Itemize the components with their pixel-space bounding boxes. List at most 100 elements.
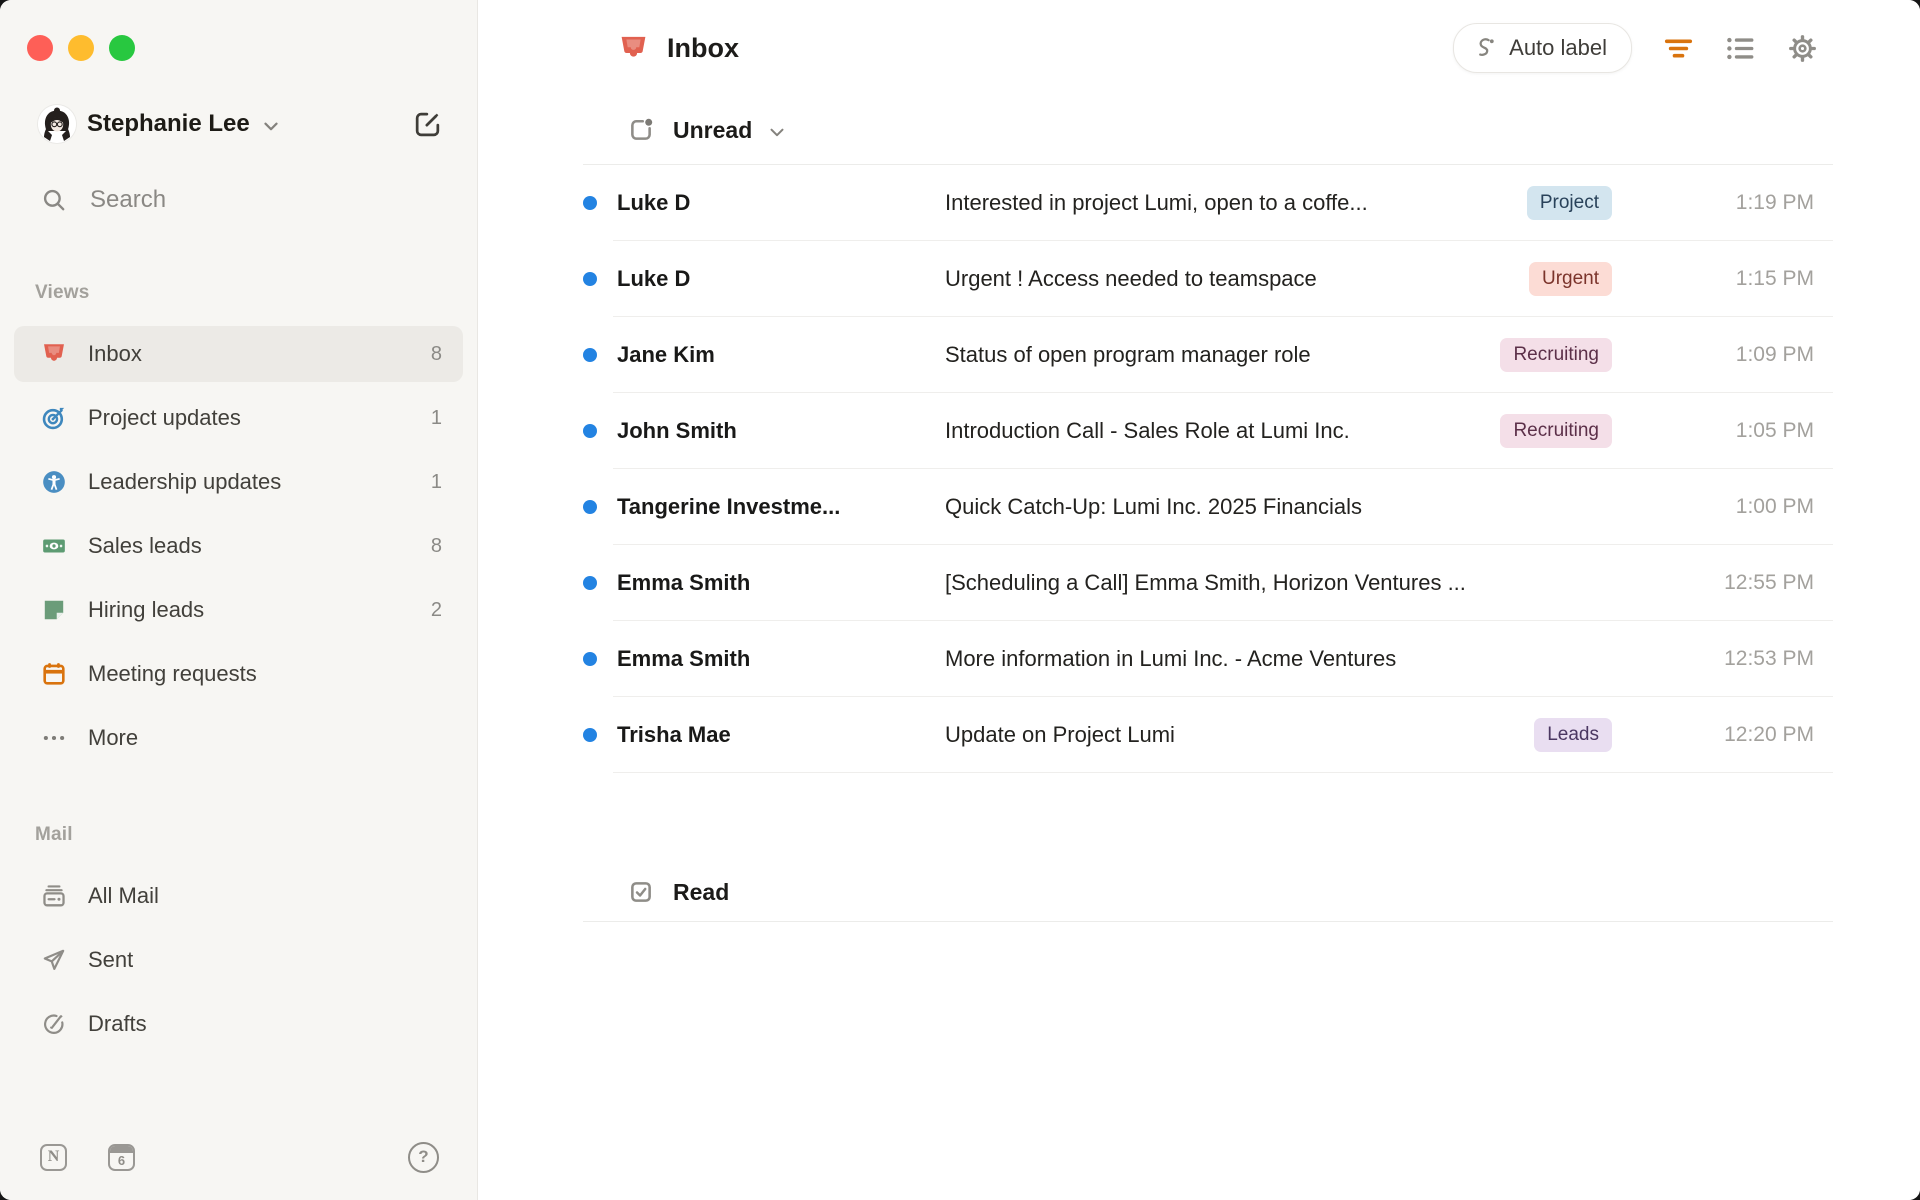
sidebar-item-leadership-updates[interactable]: Leadership updates 1	[14, 454, 463, 510]
help-button[interactable]: ?	[408, 1141, 439, 1173]
email-row[interactable]: Luke D Urgent ! Access needed to teamspa…	[583, 241, 1833, 317]
sidebar-item-sales-leads[interactable]: Sales leads 8	[14, 518, 463, 574]
filter-button[interactable]	[1663, 33, 1694, 64]
inbox-icon	[41, 341, 67, 367]
sidebar-item-more[interactable]: More	[14, 710, 463, 766]
email-sender: Tangerine Investme...	[617, 494, 841, 519]
page-title: Inbox	[667, 32, 739, 63]
label-badge[interactable]: Leads	[1534, 718, 1612, 752]
search-icon	[43, 189, 65, 211]
main-header: Inbox Auto label	[478, 0, 1920, 96]
minimize-window-button[interactable]	[68, 35, 94, 61]
sidebar-item-label: More	[88, 725, 139, 750]
email-sender: John Smith	[617, 418, 737, 443]
sidebar-item-label: Leadership updates	[88, 469, 282, 494]
unread-dot	[583, 196, 597, 210]
chevron-down-icon	[766, 121, 788, 143]
email-subject: Quick Catch-Up: Lumi Inc. 2025 Financial…	[945, 494, 1362, 519]
sidebar-item-label: Drafts	[88, 1011, 147, 1036]
banknote-icon	[41, 533, 67, 559]
search-button[interactable]: Search	[41, 176, 463, 224]
compose-button[interactable]	[412, 109, 443, 140]
email-row[interactable]: John Smith Introduction Call - Sales Rol…	[583, 393, 1833, 469]
close-window-button[interactable]	[27, 35, 53, 61]
email-sender: Emma Smith	[617, 570, 751, 595]
person-icon	[41, 469, 67, 495]
email-time: 1:19 PM	[1735, 191, 1814, 214]
unread-count: 1	[430, 470, 442, 493]
email-subject: More information in Lumi Inc. - Acme Ven…	[945, 646, 1397, 671]
sidebar-item-drafts[interactable]: Drafts	[14, 996, 463, 1052]
filter-icon	[1664, 38, 1693, 58]
email-row[interactable]: Tangerine Investme... Quick Catch-Up: Lu…	[583, 469, 1833, 545]
email-subject: Interested in project Lumi, open to a co…	[945, 190, 1368, 215]
unread-count: 2	[430, 598, 442, 621]
auto-label-label: Auto label	[1509, 35, 1607, 60]
email-row[interactable]: Emma Smith [Scheduling a Call] Emma Smit…	[583, 545, 1833, 621]
list-view-button[interactable]	[1725, 33, 1756, 64]
sidebar-item-project-updates[interactable]: Project updates 1	[14, 390, 463, 446]
notion-logo-icon[interactable]: N	[40, 1143, 67, 1171]
email-list: Unread Luke D Interested in project Lumi…	[478, 96, 1920, 1200]
email-row[interactable]: Emma Smith More information in Lumi Inc.…	[583, 621, 1833, 697]
mail-nav: All Mail Sent Drafts	[14, 868, 463, 1060]
notion-calendar-icon[interactable]: 6	[108, 1143, 135, 1171]
sidebar-item-label: Project updates	[88, 405, 241, 430]
unread-status-icon	[627, 116, 655, 144]
label-badge[interactable]: Project	[1526, 186, 1612, 220]
note-icon	[41, 597, 67, 623]
all-mail-icon	[41, 883, 67, 909]
zoom-window-button[interactable]	[109, 35, 135, 61]
read-group-header[interactable]: Read	[583, 863, 1833, 922]
search-label: Search	[90, 186, 167, 213]
sidebar-item-label: Sales leads	[88, 533, 202, 558]
unread-dot	[583, 576, 597, 590]
bullet-list-icon	[1727, 37, 1754, 59]
unread-count: 8	[430, 534, 442, 557]
mail-section-label: Mail	[35, 824, 73, 845]
email-time: 12:20 PM	[1724, 723, 1814, 746]
window-controls	[0, 0, 477, 61]
read-group-label: Read	[673, 878, 730, 905]
label-badge[interactable]: Urgent	[1528, 262, 1612, 296]
sidebar-item-all-mail[interactable]: All Mail	[14, 868, 463, 924]
sidebar-item-inbox[interactable]: Inbox 8	[14, 326, 463, 382]
sidebar-item-hiring-leads[interactable]: Hiring leads 2	[14, 582, 463, 638]
label-badge[interactable]: Recruiting	[1500, 414, 1612, 448]
app-window: Stephanie Lee Search Views Inbox 8 Proje…	[0, 0, 1920, 1200]
unread-count: 8	[430, 342, 442, 365]
sidebar-item-label: Hiring leads	[88, 597, 205, 622]
email-time: 1:15 PM	[1735, 267, 1814, 290]
email-subject: [Scheduling a Call] Emma Smith, Horizon …	[945, 570, 1466, 595]
email-row[interactable]: Trisha Mae Update on Project Lumi Leads …	[583, 697, 1833, 773]
inbox-icon	[618, 33, 649, 64]
email-row[interactable]: Jane Kim Status of open program manager …	[583, 317, 1833, 393]
calendar-day-number: 6	[117, 1153, 126, 1168]
target-icon	[41, 405, 67, 431]
main-panel: Inbox Auto label Unread Luke D Intereste…	[478, 0, 1920, 1200]
views-nav: Inbox 8 Project updates 1 Leadership upd…	[14, 326, 463, 774]
email-time: 12:53 PM	[1724, 647, 1814, 670]
settings-button[interactable]	[1787, 33, 1818, 64]
email-subject: Urgent ! Access needed to teamspace	[945, 266, 1317, 291]
account-switcher[interactable]: Stephanie Lee	[38, 100, 443, 148]
email-subject: Update on Project Lumi	[945, 722, 1175, 747]
sidebar-item-meeting-requests[interactable]: Meeting requests	[14, 646, 463, 702]
draft-icon	[41, 1011, 67, 1037]
more-dots-icon	[41, 725, 67, 751]
unread-dot	[583, 500, 597, 514]
sidebar-item-label: Sent	[88, 947, 134, 972]
unread-count: 1	[430, 406, 442, 429]
email-row[interactable]: Luke D Interested in project Lumi, open …	[583, 165, 1833, 241]
email-sender: Jane Kim	[617, 342, 715, 367]
unread-group-header[interactable]: Unread	[583, 96, 1833, 165]
email-time: 1:05 PM	[1735, 419, 1814, 442]
gear-icon	[1789, 34, 1816, 62]
read-checkbox-icon	[627, 878, 655, 906]
views-section-label: Views	[35, 282, 90, 303]
sidebar-item-sent[interactable]: Sent	[14, 932, 463, 988]
unread-dot	[583, 424, 597, 438]
label-badge[interactable]: Recruiting	[1500, 338, 1612, 372]
auto-label-button[interactable]: Auto label	[1453, 23, 1632, 73]
email-subject: Introduction Call - Sales Role at Lumi I…	[945, 418, 1350, 443]
